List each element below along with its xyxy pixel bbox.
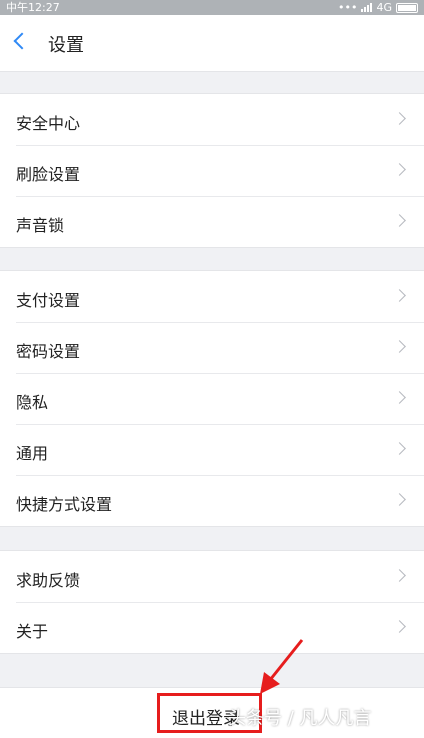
settings-item-label: 支付设置	[16, 291, 81, 310]
settings-item-privacy[interactable]: 隐私	[0, 373, 424, 424]
settings-item-label: 关于	[16, 622, 49, 641]
page-title: 设置	[48, 35, 84, 56]
chevron-right-icon	[393, 214, 406, 227]
chevron-right-icon	[393, 340, 406, 353]
battery-icon	[396, 2, 418, 13]
settings-item-label: 求助反馈	[16, 571, 81, 590]
more-dots-icon: •••	[338, 1, 358, 14]
chevron-right-icon	[393, 112, 406, 125]
settings-group-help: 求助反馈 关于	[0, 550, 424, 654]
settings-item-shortcuts[interactable]: 快捷方式设置	[0, 475, 424, 526]
settings-item-label: 安全中心	[16, 114, 81, 133]
settings-item-help-feedback[interactable]: 求助反馈	[0, 551, 424, 602]
settings-item-label: 通用	[16, 444, 49, 463]
chevron-right-icon	[393, 620, 406, 633]
settings-item-about[interactable]: 关于	[0, 602, 424, 653]
settings-group-security: 安全中心 刷脸设置 声音锁	[0, 93, 424, 248]
settings-item-general[interactable]: 通用	[0, 424, 424, 475]
back-chevron-icon[interactable]	[13, 32, 31, 50]
settings-item-security-center[interactable]: 安全中心	[0, 94, 424, 145]
status-bar: 中午12:27 ••• 4G	[0, 0, 424, 15]
settings-item-face-pay[interactable]: 刷脸设置	[0, 145, 424, 196]
settings-item-label: 密码设置	[16, 342, 81, 361]
network-type: 4G	[376, 1, 392, 14]
watermark-text: 头条号 / 凡人凡言	[228, 708, 372, 729]
status-time: 中午12:27	[6, 1, 60, 14]
settings-item-voice-lock[interactable]: 声音锁	[0, 196, 424, 247]
signal-icon	[361, 3, 373, 12]
chevron-right-icon	[393, 289, 406, 302]
settings-group-payment: 支付设置 密码设置 隐私 通用 快捷方式设置	[0, 270, 424, 527]
chevron-right-icon	[393, 569, 406, 582]
settings-item-label: 快捷方式设置	[16, 495, 113, 514]
settings-item-label: 隐私	[16, 393, 49, 412]
chevron-right-icon	[393, 442, 406, 455]
chevron-right-icon	[393, 493, 406, 506]
settings-item-label: 声音锁	[16, 216, 65, 235]
pointer-arrow-icon	[260, 639, 304, 694]
chevron-right-icon	[393, 391, 406, 404]
status-indicators: ••• 4G	[338, 0, 418, 15]
settings-item-password[interactable]: 密码设置	[0, 322, 424, 373]
navigation-bar: 设置	[0, 15, 424, 72]
chevron-right-icon	[393, 163, 406, 176]
settings-item-label: 刷脸设置	[16, 165, 81, 184]
settings-item-payment[interactable]: 支付设置	[0, 271, 424, 322]
